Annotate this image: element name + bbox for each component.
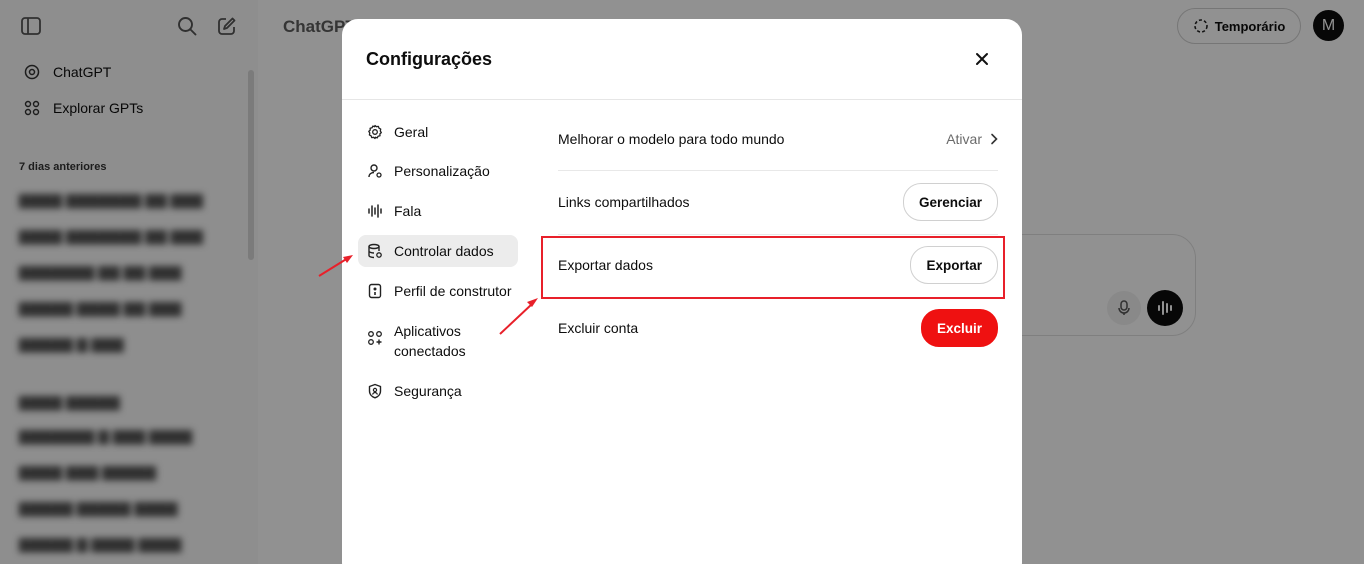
tab-label: Controlar dados [394, 243, 494, 259]
row-label: Excluir conta [558, 320, 639, 336]
shield-icon [366, 383, 384, 399]
tab-general[interactable]: Geral [358, 116, 518, 148]
tab-label-line1: Aplicativos [394, 323, 461, 339]
database-icon [366, 243, 384, 259]
row-label: Melhorar o modelo para todo mundo [558, 131, 785, 147]
apps-icon [366, 330, 384, 346]
tab-label: Segurança [394, 383, 462, 399]
row-label: Links compartilhados [558, 194, 690, 210]
annotation-arrow-icon [499, 298, 538, 335]
tab-label: Fala [394, 203, 422, 219]
tab-label: Aplicativos conectados [394, 321, 466, 361]
tab-personalization[interactable]: Personalização [358, 155, 518, 187]
tab-connected-apps[interactable]: Aplicativos conectados [358, 321, 518, 365]
waveform-icon [366, 204, 384, 218]
tab-security[interactable]: Segurança [358, 375, 518, 407]
annotation-arrow-icon [318, 255, 353, 277]
tab-label: Perfil de construtor [394, 283, 512, 299]
dialog-header: Configurações [342, 19, 1022, 100]
settings-row-improve-model: Melhorar o modelo para todo mundo Ativar [558, 121, 998, 157]
gear-icon [366, 124, 384, 140]
dialog-title: Configurações [366, 49, 493, 69]
close-icon[interactable] [972, 49, 992, 69]
row-divider [558, 170, 998, 171]
delete-account-button[interactable]: Excluir [920, 309, 998, 347]
settings-dialog: Configurações Geral Personalização Fala … [342, 19, 1022, 579]
annotation-highlight-box [541, 236, 1005, 299]
settings-row-shared-links: Links compartilhados Gerenciar [558, 183, 998, 221]
settings-row-delete-account: Excluir conta Excluir [558, 309, 998, 347]
tab-label-line2: conectados [394, 343, 466, 359]
person-icon [366, 163, 384, 179]
chevron-right-icon [991, 133, 998, 145]
tab-label: Geral [394, 124, 429, 140]
tab-data-controls[interactable]: Controlar dados [358, 235, 518, 267]
tab-label: Personalização [394, 163, 490, 179]
row-divider [558, 234, 998, 235]
manage-shared-links-button[interactable]: Gerenciar [902, 183, 998, 221]
builder-icon [366, 283, 384, 299]
row-action-label: Ativar [946, 131, 982, 147]
tab-speech[interactable]: Fala [358, 195, 518, 227]
tab-builder-profile[interactable]: Perfil de construtor [358, 275, 518, 307]
improve-model-toggle-link[interactable]: Ativar [946, 131, 998, 147]
